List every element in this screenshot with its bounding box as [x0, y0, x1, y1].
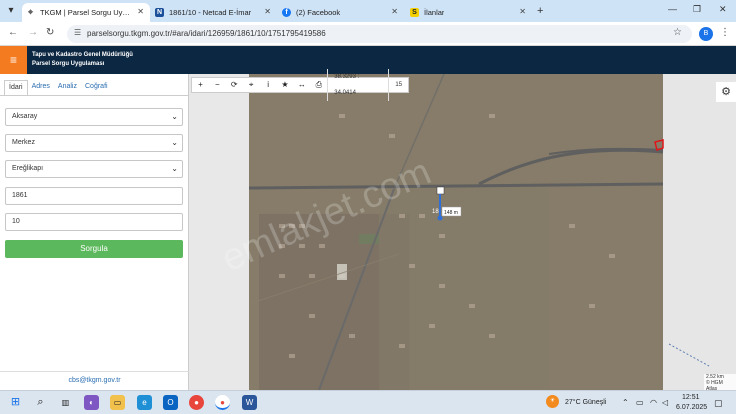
parcel-number-marker: 18	[432, 209, 439, 215]
tab-title: İlanlar	[424, 8, 445, 17]
chevron-down-icon: ⌄	[171, 138, 178, 147]
contact-email-link[interactable]: cbs@tkgm.gov.tr	[0, 377, 189, 384]
ada-input[interactable]: 1861	[5, 187, 183, 205]
reload-icon[interactable]: ↻	[46, 27, 54, 38]
copilot-icon[interactable]: ◐	[84, 395, 99, 410]
tab-idari[interactable]: İdari	[4, 80, 28, 96]
site-title: Tapu ve Kadastro Genel Müdürlüğü Parsel …	[32, 51, 133, 69]
new-tab-button[interactable]: +	[537, 5, 543, 17]
satellite-map[interactable]: 148 m 18 emlakjet.com	[189, 73, 736, 391]
locate-icon[interactable]: ⌖	[243, 77, 260, 93]
chevron-down-icon: ⌄	[171, 164, 178, 173]
refresh-icon[interactable]: ⟳	[226, 77, 243, 93]
close-icon[interactable]: ✕	[519, 7, 526, 16]
clock-time[interactable]: 12:51	[682, 394, 700, 401]
query-sidebar: İdari Adres Analiz Coğrafi Aksaray ⌄ Mer…	[0, 74, 189, 390]
ada-value: 1861	[12, 192, 28, 199]
tab-netcad[interactable]: N 1861/10 - Netcad E-İmar ✕	[151, 3, 277, 22]
tab-cografi[interactable]: Coğrafi	[81, 80, 112, 96]
coordinate-readout: 38.3293 : 34.0414	[327, 69, 390, 101]
il-value: Aksaray	[12, 113, 38, 120]
browser-menu-icon[interactable]: ⋮	[720, 27, 730, 38]
browser-tab-bar: ▾ ⌖ TKGM | Parsel Sorgu Uygulama ✕ N 186…	[0, 0, 736, 22]
weather-text[interactable]: 27°C Güneşli	[565, 399, 606, 406]
measure-icon[interactable]: ↔	[293, 77, 310, 93]
map-toolbar: + − ⟳ ⌖ i ★ ↔ ⎙ 38.3293 : 34.0414 15	[191, 69, 409, 101]
sidebar-tabs: İdari Adres Analiz Coğrafi	[4, 80, 112, 96]
address-bar: ← → ↻ ☰ parselsorgu.tkgm.gov.tr/#ara/ida…	[0, 22, 736, 46]
parsel-value: 10	[12, 218, 20, 225]
hamburger-menu-icon[interactable]: ≡	[0, 46, 27, 74]
chrome-active-icon[interactable]: ●	[215, 395, 230, 410]
il-select[interactable]: Aksaray ⌄	[5, 108, 183, 126]
mahalle-value: Ereğlikapı	[12, 165, 44, 172]
file-explorer-icon[interactable]: ▭	[110, 395, 125, 410]
info-icon[interactable]: i	[260, 77, 277, 93]
tab-title: TKGM | Parsel Sorgu Uygulama	[40, 8, 130, 17]
site-title-line1: Tapu ve Kadastro Genel Müdürlüğü	[32, 52, 133, 58]
measure-label: 148 m	[444, 210, 458, 216]
task-view-icon[interactable]: ▥	[58, 395, 73, 410]
mahalle-select[interactable]: Ereğlikapı ⌄	[5, 160, 183, 178]
sahibinden-icon: S	[410, 8, 419, 17]
site-title-line2: Parsel Sorgu Uygulaması	[32, 61, 105, 67]
chrome-icon[interactable]: ●	[189, 395, 204, 410]
close-icon[interactable]: ✕	[137, 7, 144, 16]
close-icon[interactable]: ✕	[264, 7, 271, 16]
chevron-down-icon: ⌄	[171, 112, 178, 121]
star-icon[interactable]: ★	[277, 77, 294, 93]
print-icon[interactable]: ⎙	[310, 77, 327, 93]
tab-adres[interactable]: Adres	[28, 80, 54, 96]
sorgula-button[interactable]: Sorgula	[5, 240, 183, 258]
tab-tkgm[interactable]: ⌖ TKGM | Parsel Sorgu Uygulama ✕	[22, 3, 150, 22]
search-icon[interactable]: ⌕	[33, 395, 48, 410]
ilce-value: Merkez	[12, 139, 35, 146]
facebook-icon: f	[282, 8, 291, 17]
settings-gear-icon[interactable]: ⚙	[716, 82, 736, 102]
tab-facebook[interactable]: f (2) Facebook ✕	[278, 3, 404, 22]
edge-icon[interactable]: e	[137, 395, 152, 410]
ilce-select[interactable]: Merkez ⌄	[5, 134, 183, 152]
netcad-icon: N	[155, 8, 164, 17]
windows-taskbar: ⊞ ⌕ ▥ ◐ ▭ e O ● ● W ☀ 27°C Güneşli ⌃ ▭ ◠…	[0, 390, 736, 414]
tray-chevron-icon[interactable]: ⌃	[622, 398, 629, 407]
battery-icon[interactable]: ▭	[636, 398, 644, 407]
url-text: parselsorgu.tkgm.gov.tr/#ara/idari/12695…	[87, 29, 326, 38]
outlook-icon[interactable]: O	[163, 395, 178, 410]
zoom-out-icon[interactable]: −	[209, 77, 226, 93]
clock-date[interactable]: 6.07.2025	[676, 404, 707, 411]
notification-icon[interactable]: ▢	[714, 398, 723, 409]
parsel-input[interactable]: 10	[5, 213, 183, 231]
forward-icon[interactable]: →	[28, 27, 38, 38]
back-icon[interactable]: ←	[8, 27, 18, 38]
divider	[0, 371, 189, 372]
zoom-level: 15	[395, 82, 403, 88]
tab-title: 1861/10 - Netcad E-İmar	[169, 8, 252, 17]
volume-icon[interactable]: ◁	[662, 398, 668, 407]
weather-icon[interactable]: ☀	[546, 395, 559, 408]
close-icon[interactable]: ✕	[391, 7, 398, 16]
word-icon[interactable]: W	[242, 395, 257, 410]
windows-start-icon[interactable]: ⊞	[8, 395, 23, 410]
minimize-icon[interactable]: —	[668, 4, 677, 14]
bookmark-star-icon[interactable]: ☆	[673, 27, 682, 38]
wifi-icon[interactable]: ◠	[650, 398, 657, 407]
tab-list-icon[interactable]: ▾	[4, 4, 18, 18]
zoom-in-icon[interactable]: +	[192, 77, 209, 93]
tab-ilanlar[interactable]: S İlanlar ✕	[406, 3, 532, 22]
tab-analiz[interactable]: Analiz	[54, 80, 81, 96]
map-pin-icon: ⌖	[26, 7, 35, 17]
site-info-icon[interactable]: ☰	[74, 28, 81, 37]
url-field[interactable]: ☰ parselsorgu.tkgm.gov.tr/#ara/idari/126…	[67, 25, 692, 43]
map-area: 148 m 18 emlakjet.com	[189, 73, 736, 391]
close-window-icon[interactable]: ✕	[719, 4, 727, 15]
profile-avatar[interactable]: B	[699, 27, 713, 41]
tab-title: (2) Facebook	[296, 8, 341, 17]
restore-icon[interactable]: ❐	[693, 4, 701, 15]
divider	[0, 95, 189, 96]
